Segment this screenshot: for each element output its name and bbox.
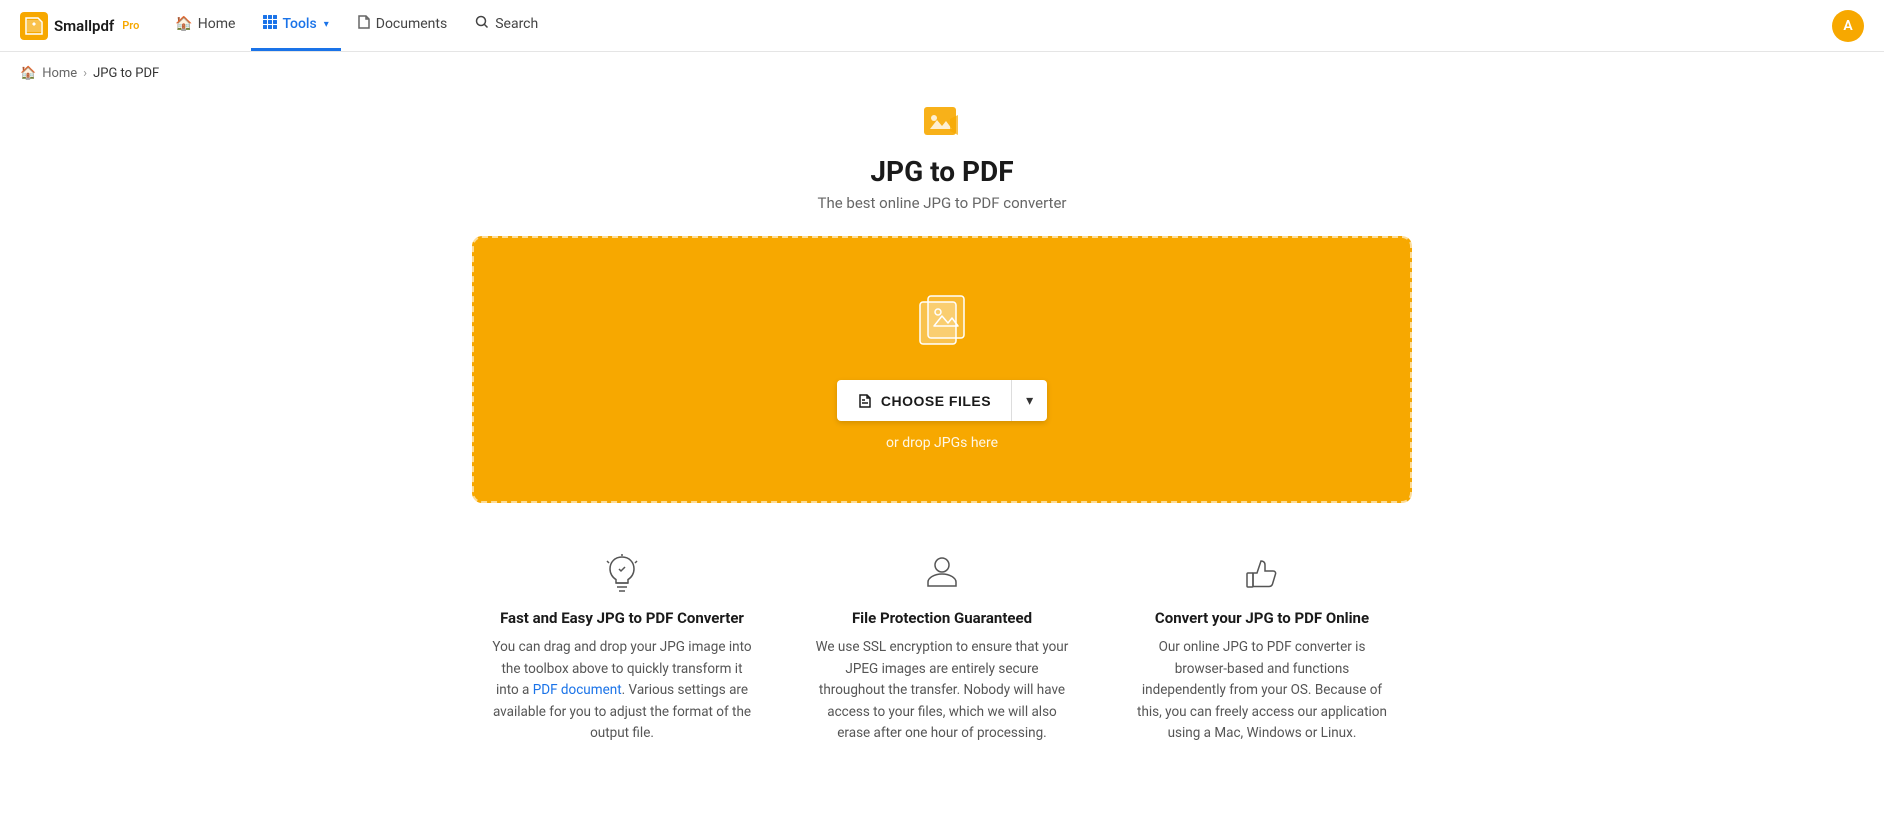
home-icon: 🏠 bbox=[175, 16, 192, 32]
thumbsup-icon bbox=[1132, 553, 1392, 595]
feature-file-protection-desc: We use SSL encryption to ensure that you… bbox=[812, 637, 1072, 745]
breadcrumb-separator: › bbox=[83, 66, 87, 81]
logo-icon bbox=[20, 12, 48, 40]
page-subtitle: The best online JPG to PDF converter bbox=[818, 194, 1067, 212]
feature-fast-easy: Fast and Easy JPG to PDF Converter You c… bbox=[492, 553, 752, 745]
nav-search[interactable]: Search bbox=[463, 0, 550, 51]
feature-fast-easy-desc: You can drag and drop your JPG image int… bbox=[492, 637, 752, 745]
drop-zone-icon bbox=[910, 288, 974, 356]
breadcrumb: 🏠 Home › JPG to PDF bbox=[0, 52, 1884, 95]
page-title-area: JPG to PDF The best online JPG to PDF co… bbox=[818, 105, 1067, 212]
nav-tools[interactable]: Tools ▾ bbox=[251, 0, 340, 51]
shield-check-icon bbox=[812, 553, 1072, 595]
page-title: JPG to PDF bbox=[818, 155, 1067, 188]
main-nav: 🏠 Home Tools ▾ bbox=[163, 0, 550, 51]
page-title-icon bbox=[818, 105, 1067, 149]
feature-fast-easy-title: Fast and Easy JPG to PDF Converter bbox=[492, 609, 752, 627]
breadcrumb-current: JPG to PDF bbox=[93, 66, 159, 81]
drop-zone[interactable]: CHOOSE FILES ▾ or drop JPGs here bbox=[472, 236, 1412, 503]
drop-hint: or drop JPGs here bbox=[886, 435, 998, 451]
breadcrumb-home-icon: 🏠 bbox=[20, 66, 36, 81]
tools-icon bbox=[263, 15, 277, 33]
feature-file-protection-title: File Protection Guaranteed bbox=[812, 609, 1072, 627]
header-right: A bbox=[1832, 10, 1864, 42]
tools-chevron-icon: ▾ bbox=[324, 19, 329, 30]
nav-home[interactable]: 🏠 Home bbox=[163, 0, 247, 51]
nav-tools-label: Tools bbox=[282, 16, 316, 32]
documents-icon bbox=[357, 14, 371, 34]
feature-file-protection: File Protection Guaranteed We use SSL en… bbox=[812, 553, 1072, 745]
breadcrumb-home-link[interactable]: Home bbox=[42, 66, 77, 81]
file-icon bbox=[857, 393, 873, 409]
chevron-down-icon: ▾ bbox=[1026, 392, 1033, 409]
choose-files-button[interactable]: CHOOSE FILES bbox=[837, 380, 1011, 421]
feature-online-convert-desc: Our online JPG to PDF converter is brows… bbox=[1132, 637, 1392, 745]
search-icon bbox=[475, 15, 489, 33]
user-avatar[interactable]: A bbox=[1832, 10, 1864, 42]
logo-text: Smallpdf bbox=[54, 17, 114, 35]
feature-online-convert-title: Convert your JPG to PDF Online bbox=[1132, 609, 1392, 627]
choose-files-label: CHOOSE FILES bbox=[881, 393, 991, 409]
nav-documents-label: Documents bbox=[376, 16, 447, 32]
lightbulb-icon bbox=[492, 553, 752, 595]
features-section: Fast and Easy JPG to PDF Converter You c… bbox=[472, 553, 1412, 745]
choose-files-dropdown-button[interactable]: ▾ bbox=[1012, 380, 1047, 421]
feature-online-convert: Convert your JPG to PDF Online Our onlin… bbox=[1132, 553, 1392, 745]
main-content: JPG to PDF The best online JPG to PDF co… bbox=[0, 95, 1884, 785]
pdf-link[interactable]: PDF document bbox=[533, 682, 622, 698]
choose-files-row: CHOOSE FILES ▾ bbox=[837, 380, 1047, 421]
search-label: Search bbox=[495, 16, 538, 32]
header: Smallpdf Pro 🏠 Home Tool bbox=[0, 0, 1884, 52]
logo[interactable]: Smallpdf Pro bbox=[20, 12, 139, 40]
nav-documents[interactable]: Documents bbox=[345, 0, 459, 51]
nav-home-label: Home bbox=[198, 16, 236, 32]
pro-badge: Pro bbox=[122, 19, 139, 32]
